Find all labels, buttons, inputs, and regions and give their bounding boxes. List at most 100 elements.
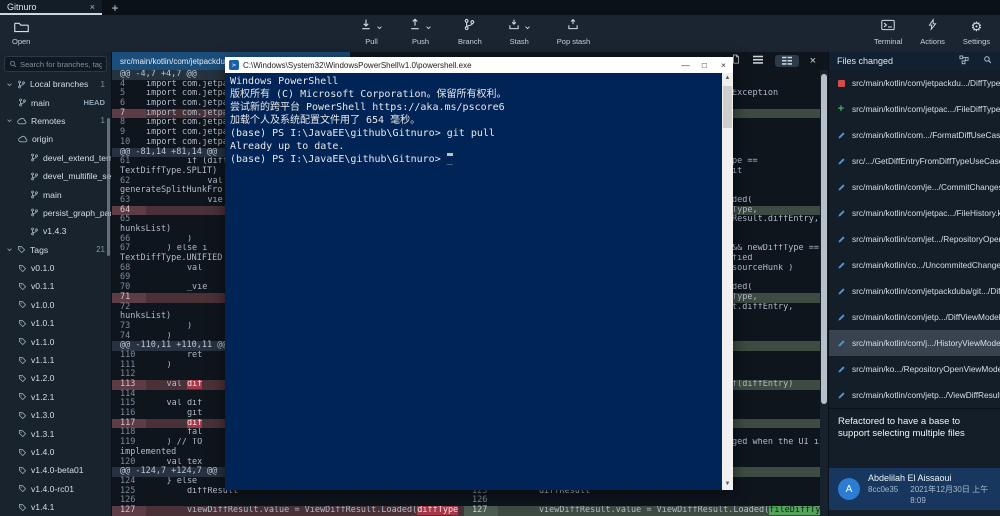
open-button[interactable]: Open [12, 19, 30, 46]
modified-pencil-icon [836, 339, 846, 348]
file-row[interactable]: src/main/kotlin/com/jetp.../ViewDiffResu… [829, 382, 1000, 408]
powershell-icon: > [229, 60, 239, 70]
chevron-down-icon[interactable] [524, 18, 531, 36]
file-row[interactable]: src/main/kotlin/com/jetpackdu.../DiffTyp… [829, 70, 1000, 96]
modified-pencil-icon [836, 209, 846, 218]
pull-button[interactable]: Pull [360, 19, 383, 46]
commit-author-bar[interactable]: A Abdelilah El Aissaoui 8cc0e35 2021年12月… [829, 468, 1000, 510]
tag-icon [18, 319, 27, 328]
branch-button[interactable]: Branch [458, 19, 482, 46]
sidebar-item-v1-4-1[interactable]: v1.4.1 [0, 498, 111, 516]
file-path: src/main/kotlin/com/je.../CommitChanges.… [852, 182, 1000, 192]
sidebar-item-v1-1-1[interactable]: v1.1.1 [0, 351, 111, 369]
push-button[interactable]: Push [409, 19, 432, 46]
sidebar-item-v0-1-0[interactable]: v0.1.0 [0, 259, 111, 277]
file-path: src/main/ko.../RepositoryOpenViewModel.k… [852, 364, 1000, 374]
file-path: src/main/kotlin/com/jetpackdu.../DiffTyp… [852, 78, 1000, 88]
file-path: src/main/kotlin/com/jetpac.../FileHistor… [852, 208, 1000, 218]
pop-stash-button[interactable]: Pop stash [557, 19, 590, 46]
sidebar-item-persist-graph-padding[interactable]: persist_graph_padding [0, 204, 111, 222]
close-tab-icon[interactable]: × [90, 2, 95, 12]
sidebar-section-local-branches[interactable]: Local branches1 [0, 75, 111, 93]
new-tab-button[interactable]: + [102, 0, 128, 15]
diff-scrollbar[interactable] [820, 70, 828, 516]
console-output[interactable]: Windows PowerShell版权所有 (C) Microsoft Cor… [225, 73, 733, 490]
file-row[interactable]: src/main/kotlin/com/jetpackduba/git.../D… [829, 278, 1000, 304]
file-row[interactable]: src/main/kotlin/com/jetpac.../FileHistor… [829, 200, 1000, 226]
scrollbar-thumb[interactable] [723, 86, 732, 128]
file-row[interactable]: src/main/kotlin/com/je.../CommitChanges.… [829, 174, 1000, 200]
sidebar-item-v1-0-0[interactable]: v1.0.0 [0, 296, 111, 314]
close-button[interactable]: × [714, 60, 733, 70]
file-path: src/main/kotlin/com.../FormatDiffUseCase… [852, 130, 1000, 140]
file-row[interactable]: src/.../GetDiffEntryFromDiffTypeUseCase.… [829, 148, 1000, 174]
label: v1.0.1 [31, 318, 54, 328]
modified-pencil-icon [836, 365, 846, 374]
sidebar-item-v0-1-1[interactable]: v0.1.1 [0, 277, 111, 295]
sidebar-item-v1-4-0-rc01[interactable]: v1.4.0-rc01 [0, 480, 111, 498]
sidebar-item-v1-3-0[interactable]: v1.3.0 [0, 406, 111, 424]
sidebar-item-main[interactable]: mainHEAD [0, 93, 111, 111]
sidebar-item-v1-3-1[interactable]: v1.3.1 [0, 424, 111, 442]
tag-icon [18, 356, 27, 365]
sidebar-item-devel-multifile-select[interactable]: devel_multifile_select [0, 167, 111, 185]
modified-pencil-icon [836, 391, 846, 400]
chevron-down-icon[interactable] [6, 246, 13, 253]
file-row[interactable]: src/main/kotlin/com.../FormatDiffUseCase… [829, 122, 1000, 148]
sidebar-item-main[interactable]: main [0, 185, 111, 203]
console-line: (base) PS I:\JavaEE\github\Gitnuro> _ [230, 153, 733, 166]
console-title-bar[interactable]: > C:\Windows\System32\WindowsPowerShell\… [225, 57, 733, 73]
search-box[interactable] [4, 56, 107, 72]
sidebar-item-v1-2-0[interactable]: v1.2.0 [0, 369, 111, 387]
file-path: src/main/kotlin/com/jetpac.../FileDiffTy… [852, 104, 1000, 114]
branch-icon [30, 227, 39, 236]
sidebar-item-v1-4-0[interactable]: v1.4.0 [0, 443, 111, 461]
console-line: 加载个人及系统配置文件用了 654 毫秒。 [230, 114, 733, 127]
split-view-icon[interactable] [775, 55, 799, 67]
search-icon[interactable] [983, 55, 992, 67]
file-row[interactable]: +src/main/kotlin/com/jetpac.../FileDiffT… [829, 96, 1000, 122]
chevron-down-icon[interactable] [425, 18, 432, 36]
sidebar-item-v1-1-0[interactable]: v1.1.0 [0, 332, 111, 350]
scroll-down-icon[interactable]: ▼ [722, 479, 733, 490]
file-row[interactable]: src/main/kotlin/com/jetp.../DiffViewMode… [829, 304, 1000, 330]
sidebar-item-v1-0-1[interactable]: v1.0.1 [0, 314, 111, 332]
powershell-window[interactable]: > C:\Windows\System32\WindowsPowerShell\… [225, 57, 733, 490]
sidebar-item-v1-2-1[interactable]: v1.2.1 [0, 388, 111, 406]
settings-button[interactable]: ⚙ Settings [963, 19, 990, 46]
branch-icon [463, 18, 476, 36]
search-input[interactable] [20, 60, 102, 69]
tag-icon [18, 448, 27, 457]
sidebar-item-v1-4-0-beta01[interactable]: v1.4.0-beta01 [0, 461, 111, 479]
tree-view-icon[interactable] [959, 55, 969, 67]
commit-message: Refactored to have a base to support sel… [829, 408, 1000, 464]
minimize-button[interactable]: — [676, 60, 695, 70]
console-line: 尝试新的跨平台 PowerShell https://aka.ms/pscore… [230, 101, 733, 114]
scroll-up-icon[interactable]: ▲ [722, 73, 733, 84]
sidebar-section-remotes[interactable]: Remotes1 [0, 112, 111, 130]
file-row[interactable]: src/main/kotlin/com/jet.../RepositoryOpe… [829, 226, 1000, 252]
chevron-down-icon[interactable] [6, 81, 13, 88]
sidebar-item-origin[interactable]: origin [0, 130, 111, 148]
stash-icon [508, 18, 520, 36]
label: v1.2.0 [31, 373, 54, 383]
chevron-down-icon[interactable] [6, 117, 13, 124]
sidebar-item-devel-extend-terminal[interactable]: devel_extend_terminal [0, 149, 111, 167]
sidebar-scrollbar[interactable] [107, 118, 110, 256]
file-row[interactable]: src/main/kotlin/co.../UncommitedChanges.… [829, 252, 1000, 278]
unified-view-icon[interactable] [752, 52, 764, 70]
sidebar-section-tags[interactable]: Tags21 [0, 241, 111, 259]
file-row[interactable]: src/main/ko.../RepositoryOpenViewModel.k… [829, 356, 1000, 382]
stash-button[interactable]: Stash [508, 19, 531, 46]
maximize-button[interactable]: □ [695, 60, 714, 70]
file-row[interactable]: src/main/kotlin/com/j.../HistoryViewMode… [829, 330, 1000, 356]
actions-button[interactable]: Actions [920, 19, 945, 46]
tag-icon [18, 264, 27, 273]
sidebar-item-v1-4-3[interactable]: v1.4.3 [0, 222, 111, 240]
console-scrollbar[interactable]: ▲ ▼ [722, 73, 733, 490]
close-diff-icon[interactable]: × [810, 55, 816, 67]
chevron-down-icon[interactable] [376, 18, 383, 36]
terminal-button[interactable]: Terminal [874, 19, 902, 46]
line-number: 7 [112, 109, 146, 119]
tab-gitnuro[interactable]: Gitnuro × [0, 0, 102, 15]
